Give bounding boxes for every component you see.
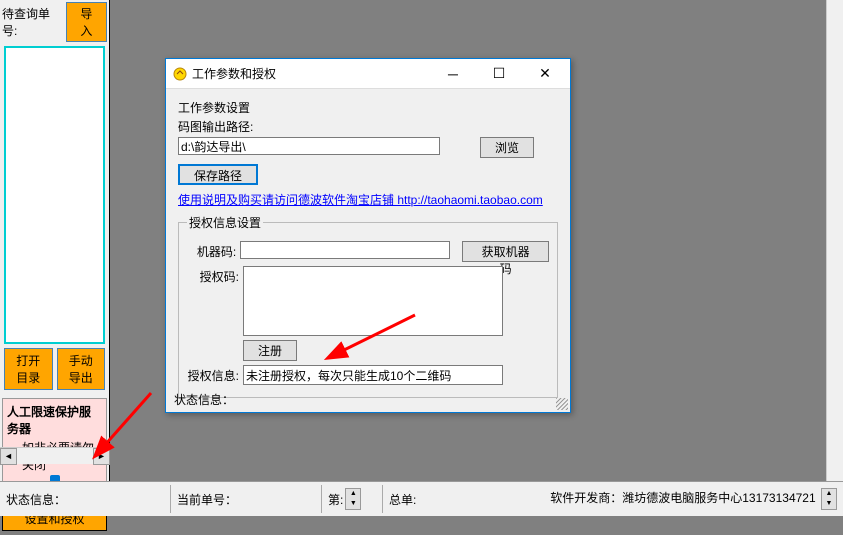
auth-section-legend: 授权信息设置 <box>187 214 263 231</box>
sidebar-hscroll[interactable]: ◄ ► <box>0 447 110 464</box>
resize-grip[interactable] <box>556 398 568 410</box>
get-machine-code-button[interactable]: 获取机器码 <box>462 241 549 262</box>
minimize-button[interactable]: ─ <box>430 60 476 88</box>
auth-info-label: 授权信息: <box>187 365 239 384</box>
sidebar: 待查询单号: 导入 打开目录 手动导出 人工限速保护服务器 如非必要请勿关闭 设… <box>0 0 110 481</box>
end-spinner[interactable]: ▲▼ <box>821 488 837 510</box>
close-button[interactable]: ✕ <box>522 60 568 88</box>
dialog-titlebar[interactable]: 工作参数和授权 ─ ☐ ✕ <box>166 59 570 89</box>
page-spinner[interactable]: ▲▼ <box>345 488 361 510</box>
maximize-button[interactable]: ☐ <box>476 60 522 88</box>
import-button[interactable]: 导入 <box>66 2 107 42</box>
path-label: 码图输出路径: <box>178 118 558 135</box>
auth-info-display <box>243 365 503 385</box>
spin-down-icon[interactable]: ▼ <box>822 499 836 509</box>
auth-fieldset: 授权信息设置 机器码: 获取机器码 授权码: 注册 授权信息: <box>178 214 558 398</box>
spin-up-icon[interactable]: ▲ <box>346 489 360 499</box>
save-path-button[interactable]: 保存路径 <box>178 164 258 185</box>
current-order-label: 当前单号： <box>177 493 237 507</box>
output-path-input[interactable] <box>178 137 440 155</box>
auth-code-label: 授权码: <box>187 266 239 285</box>
machine-code-label: 机器码: <box>187 241 236 260</box>
dialog-title: 工作参数和授权 <box>192 65 430 82</box>
register-button[interactable]: 注册 <box>243 340 297 361</box>
order-list[interactable] <box>4 46 105 344</box>
rate-limit-title: 人工限速保护服务器 <box>7 403 102 437</box>
spin-up-icon[interactable]: ▲ <box>822 489 836 499</box>
vertical-scrollbar[interactable] <box>826 0 843 481</box>
manual-export-button[interactable]: 手动导出 <box>57 348 106 390</box>
open-dir-button[interactable]: 打开目录 <box>4 348 53 390</box>
dialog-status-label: 状态信息： <box>174 391 234 408</box>
spin-down-icon[interactable]: ▼ <box>346 499 360 509</box>
help-purchase-link[interactable]: 使用说明及购买请访问德波软件淘宝店铺 http://taohaomi.taoba… <box>178 193 543 207</box>
developer-info: 软件开发商：潍坊德波电脑服务中心13173134721 <box>550 491 815 505</box>
app-icon <box>172 66 188 82</box>
machine-code-input[interactable] <box>240 241 450 259</box>
total-orders-label: 总单: <box>389 493 416 507</box>
status-info-label: 状态信息： <box>6 493 66 507</box>
scroll-left-icon[interactable]: ◄ <box>0 448 17 465</box>
settings-dialog: 工作参数和授权 ─ ☐ ✕ 工作参数设置 码图输出路径: 浏览 保存路径 使用说… <box>165 58 571 413</box>
scroll-right-icon[interactable]: ► <box>93 448 110 465</box>
page-label: 第: <box>328 491 343 508</box>
browse-button[interactable]: 浏览 <box>480 137 534 158</box>
auth-code-input[interactable] <box>243 266 503 336</box>
query-label: 待查询单号: <box>2 5 64 39</box>
params-section-label: 工作参数设置 <box>178 99 558 116</box>
statusbar: 状态信息： 当前单号： 第: ▲▼ 总单: 软件开发商：潍坊德波电脑服务中心13… <box>0 481 843 516</box>
